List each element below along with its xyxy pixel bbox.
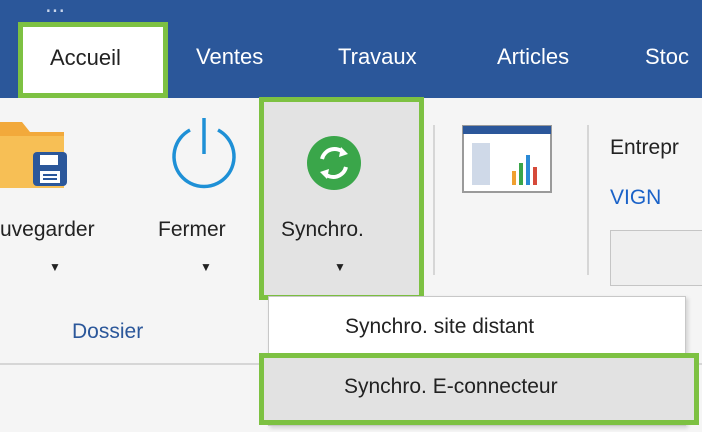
tab-stock[interactable]: Stoc [645,44,689,70]
window-title: ... [45,0,66,18]
menu-item-sync-site-distant[interactable]: Synchro. site distant [269,315,685,339]
sync-label: Synchro. [281,218,364,241]
tab-travaux[interactable]: Travaux [338,44,417,70]
tab-label: Accueil [50,45,121,70]
sync-icon [307,136,361,190]
menu-item-sync-e-connecteur[interactable]: Synchro. E-connecteur [259,353,699,425]
close-label: Fermer [158,218,226,241]
save-label: uvegarder [0,218,95,241]
group-label-dossier: Dossier [72,320,144,343]
ribbon-divider [587,125,589,275]
tab-ventes[interactable]: Ventes [196,44,263,70]
save-folder-icon [0,122,67,188]
ribbon-divider [433,125,435,275]
save-button[interactable]: uvegarder ▼ [0,108,146,298]
menu-item-label: Synchro. E-connecteur [344,375,558,398]
tab-articles[interactable]: Articles [497,44,569,70]
company-select-field[interactable] [610,230,702,286]
power-icon [172,118,236,189]
company-value[interactable]: VIGN [610,186,661,210]
title-bar: ... [0,0,702,22]
report-chart-icon [462,125,552,193]
sync-caret-icon: ▼ [334,260,346,274]
company-label: Entrepr [610,136,679,159]
menu-bar: Accueil Ventes Travaux Articles Stoc [0,22,702,98]
close-button[interactable]: Fermer ▼ [152,108,256,298]
tab-accueil[interactable]: Accueil [18,22,168,98]
report-button[interactable] [462,125,554,195]
sync-button[interactable]: Synchro. ▼ [259,97,424,300]
save-caret-icon: ▼ [49,260,61,274]
close-caret-icon: ▼ [200,260,212,274]
